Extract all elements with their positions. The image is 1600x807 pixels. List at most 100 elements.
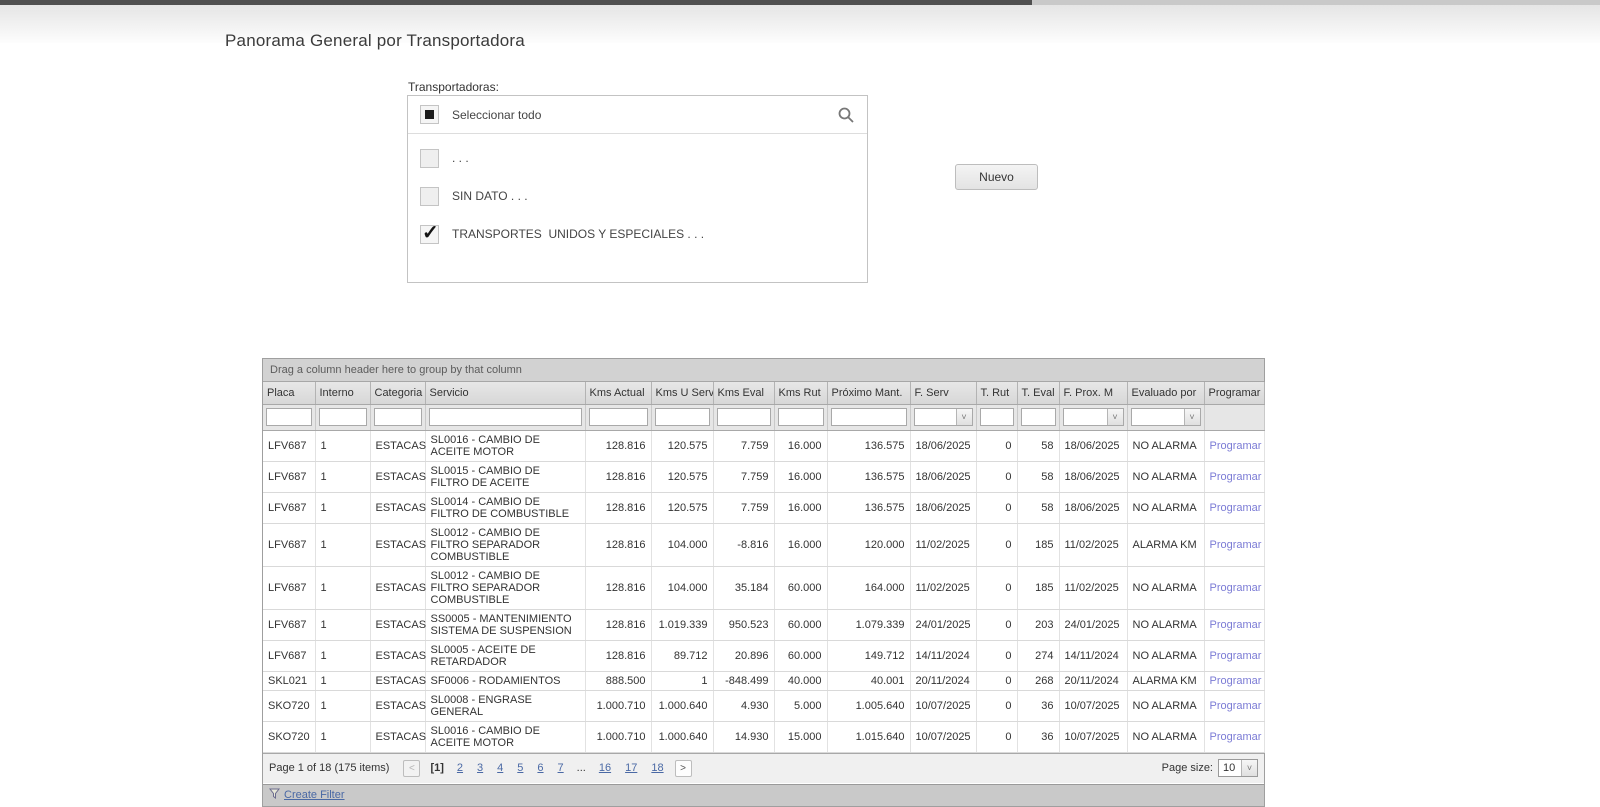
column-header-pr-ximo-mant[interactable]: Próximo Mant. (827, 382, 910, 404)
cell-f-serv: 11/02/2025 (910, 523, 976, 566)
column-header-t-rut[interactable]: T. Rut (976, 382, 1017, 404)
page-size-dropdown-icon[interactable]: ˅ (1241, 760, 1257, 776)
filter-input-t-eval[interactable] (1021, 408, 1056, 426)
filter-input-pr-ximo-mant[interactable] (831, 408, 907, 426)
table-row[interactable]: LFV6871ESTACASSL0005 - ACEITE DE RETARDA… (263, 640, 1264, 671)
cell-kms-u-serv: 104.000 (651, 523, 713, 566)
transportadora-item-label: . . . (452, 151, 469, 165)
cell-placa: LFV687 (263, 609, 315, 640)
select-all-row[interactable]: Seleccionar todo (408, 96, 867, 134)
page-size-select[interactable]: 10 ˅ (1218, 759, 1258, 777)
table-row[interactable]: LFV6871ESTACASSL0016 - CAMBIO DE ACEITE … (263, 430, 1264, 461)
programar-link[interactable]: Programar (1210, 650, 1262, 662)
cell-placa: SKO720 (263, 721, 315, 752)
unchecked-checkbox[interactable] (420, 149, 439, 168)
filter-input-interno[interactable] (319, 408, 367, 426)
table-row[interactable]: LFV6871ESTACASSL0012 - CAMBIO DE FILTRO … (263, 566, 1264, 609)
pager-ellipsis: ... (577, 762, 586, 774)
column-header-categoria[interactable]: Categoria (370, 382, 425, 404)
cell-t-eval: 185 (1017, 523, 1059, 566)
cell-categoria: ESTACAS (370, 721, 425, 752)
pager-page-link[interactable]: 16 (599, 762, 611, 774)
page-size-value: 10 (1219, 762, 1241, 774)
chevron-down-icon[interactable]: ˅ (956, 409, 972, 425)
cell-kms-u-serv: 89.712 (651, 640, 713, 671)
chevron-down-icon[interactable]: ˅ (1184, 409, 1200, 425)
column-header-f-serv[interactable]: F. Serv (910, 382, 976, 404)
unchecked-checkbox[interactable] (420, 187, 439, 206)
cell-kms-eval: 950.523 (713, 609, 774, 640)
column-header-kms-actual[interactable]: Kms Actual (585, 382, 651, 404)
pager-page-link[interactable]: 7 (558, 762, 564, 774)
transportadora-item[interactable]: TRANSPORTES UNIDOS Y ESPECIALES . . . (408, 215, 867, 253)
column-header-programar[interactable]: Programar (1204, 382, 1264, 404)
programar-link[interactable]: Programar (1210, 731, 1262, 743)
cell-kms-actual: 888.500 (585, 671, 651, 690)
cell-servicio: SL0008 - ENGRASE GENERAL (425, 690, 585, 721)
filter-combo-f-prox-m[interactable]: ˅ (1063, 408, 1124, 426)
pager-next-button[interactable]: > (675, 760, 692, 777)
table-row[interactable]: LFV6871ESTACASSL0012 - CAMBIO DE FILTRO … (263, 523, 1264, 566)
table-row[interactable]: LFV6871ESTACASSS0005 - MANTENIMIENTO SIS… (263, 609, 1264, 640)
cell-t-rut: 0 (976, 430, 1017, 461)
programar-link[interactable]: Programar (1210, 619, 1262, 631)
transportadora-item[interactable]: . . . (408, 139, 867, 177)
programar-link[interactable]: Programar (1210, 582, 1262, 594)
column-header-servicio[interactable]: Servicio (425, 382, 585, 404)
filter-input-kms-actual[interactable] (589, 408, 648, 426)
programar-link[interactable]: Programar (1210, 675, 1262, 687)
programar-link[interactable]: Programar (1210, 502, 1262, 514)
column-header-placa[interactable]: Placa (263, 382, 315, 404)
filter-input-t-rut[interactable] (980, 408, 1014, 426)
table-row[interactable]: SKL0211ESTACASSF0006 - RODAMIENTOS888.50… (263, 671, 1264, 690)
cell-placa: SKO720 (263, 690, 315, 721)
cell-evaluado-por: ALARMA KM (1127, 671, 1204, 690)
table-row[interactable]: SKO7201ESTACASSL0008 - ENGRASE GENERAL1.… (263, 690, 1264, 721)
search-icon[interactable] (837, 106, 855, 124)
table-row[interactable]: LFV6871ESTACASSL0014 - CAMBIO DE FILTRO … (263, 492, 1264, 523)
column-header-evaluado-por[interactable]: Evaluado por (1127, 382, 1204, 404)
transportadora-item[interactable]: SIN DATO . . . (408, 177, 867, 215)
cell-f-serv: 18/06/2025 (910, 430, 976, 461)
filter-combo-f-serv[interactable]: ˅ (914, 408, 973, 426)
pager-page-link[interactable]: 2 (457, 762, 463, 774)
column-header-f-prox-m[interactable]: F. Prox. M (1059, 382, 1127, 404)
chevron-down-icon[interactable]: ˅ (1107, 409, 1123, 425)
pager-page-link[interactable]: 5 (517, 762, 523, 774)
programar-link[interactable]: Programar (1210, 539, 1262, 551)
pager-prev-button[interactable]: < (403, 760, 420, 777)
pager-page-link[interactable]: 18 (651, 762, 663, 774)
pager-page-link[interactable]: 6 (537, 762, 543, 774)
filter-input-categoria[interactable] (374, 408, 422, 426)
column-header-kms-eval[interactable]: Kms Eval (713, 382, 774, 404)
filter-combo-evaluado-por[interactable]: ˅ (1131, 408, 1201, 426)
cell-f-serv: 18/06/2025 (910, 492, 976, 523)
cell-kms-u-serv: 104.000 (651, 566, 713, 609)
pager-page-link[interactable]: 3 (477, 762, 483, 774)
create-filter-link[interactable]: Create Filter (284, 789, 345, 801)
filter-input-servicio[interactable] (429, 408, 582, 426)
column-header-kms-rut[interactable]: Kms Rut (774, 382, 827, 404)
programar-link[interactable]: Programar (1210, 440, 1262, 452)
cell-kms-actual: 128.816 (585, 523, 651, 566)
cell-kms-u-serv: 1.000.640 (651, 690, 713, 721)
column-header-t-eval[interactable]: T. Eval (1017, 382, 1059, 404)
pager-page-link[interactable]: 4 (497, 762, 503, 774)
filter-input-kms-rut[interactable] (778, 408, 824, 426)
programar-link[interactable]: Programar (1210, 471, 1262, 483)
column-header-kms-u-serv[interactable]: Kms U Serv (651, 382, 713, 404)
cell-kms-eval: 35.184 (713, 566, 774, 609)
programar-link[interactable]: Programar (1210, 700, 1262, 712)
group-panel[interactable]: Drag a column header here to group by th… (263, 359, 1264, 382)
filter-input-kms-eval[interactable] (717, 408, 771, 426)
table-row[interactable]: LFV6871ESTACASSL0015 - CAMBIO DE FILTRO … (263, 461, 1264, 492)
checked-checkbox[interactable] (420, 225, 439, 244)
filter-input-placa[interactable] (266, 408, 312, 426)
column-header-interno[interactable]: Interno (315, 382, 370, 404)
select-all-checkbox[interactable] (420, 105, 439, 124)
filter-input-kms-u-serv[interactable] (655, 408, 710, 426)
table-row[interactable]: SKO7201ESTACASSL0016 - CAMBIO DE ACEITE … (263, 721, 1264, 752)
pager-page-link[interactable]: 17 (625, 762, 637, 774)
nuevo-button[interactable]: Nuevo (955, 164, 1038, 190)
cell-servicio: SL0014 - CAMBIO DE FILTRO DE COMBUSTIBLE (425, 492, 585, 523)
